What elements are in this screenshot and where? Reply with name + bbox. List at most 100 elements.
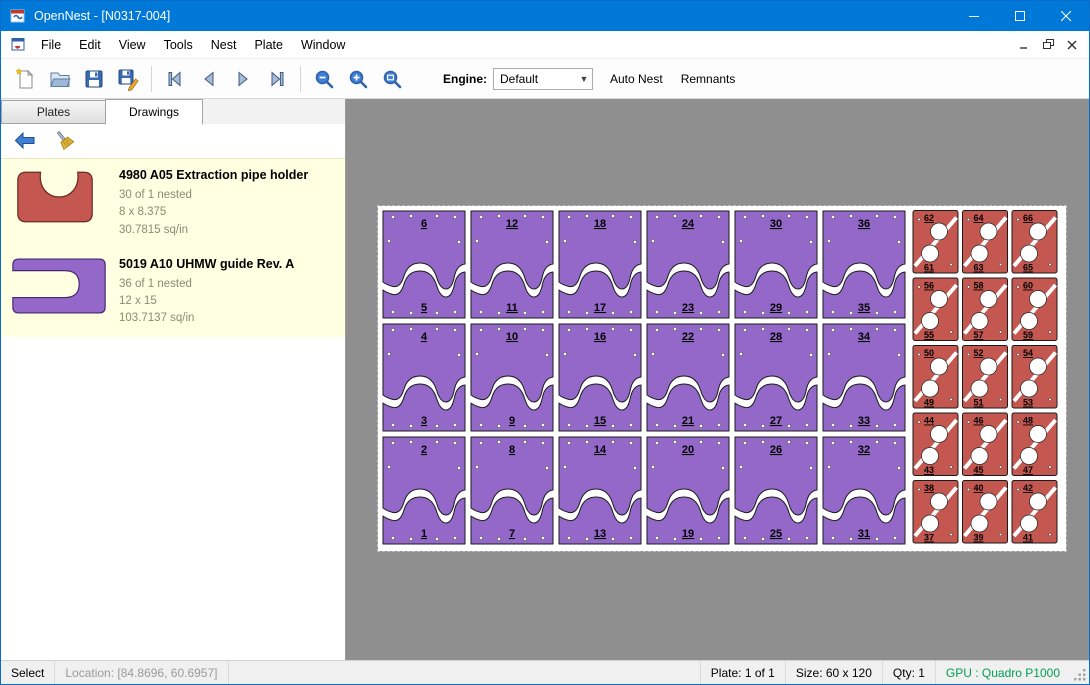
drill-hole	[541, 328, 544, 331]
part-number: 28	[770, 331, 782, 343]
nested-pair-purple[interactable]: 3231	[823, 437, 905, 544]
nav-last-button[interactable]	[260, 63, 294, 95]
nested-pair-purple[interactable]: 1211	[471, 211, 553, 318]
new-button[interactable]	[9, 63, 43, 95]
drill-hole	[849, 424, 852, 427]
nested-pair-red[interactable]: 4443	[913, 413, 958, 476]
nested-pair-purple[interactable]: 1615	[559, 324, 641, 431]
send-back-button[interactable]	[11, 128, 39, 154]
menu-window[interactable]: Window	[292, 33, 354, 57]
nested-pair-purple[interactable]: 1817	[559, 211, 641, 318]
nested-pair-purple[interactable]: 3433	[823, 324, 905, 431]
nav-first-button[interactable]	[158, 63, 192, 95]
plate[interactable]: 6512111817242330293635 4310916152221 28 27 3…	[378, 206, 1066, 551]
nested-pair-purple[interactable]: 43	[383, 324, 465, 431]
drill-hole	[545, 466, 548, 469]
circular-cutout	[931, 358, 948, 375]
nested-pair-red[interactable]: 5655	[913, 278, 958, 341]
nested-pair-purple[interactable]: 3029	[735, 211, 817, 318]
clear-button[interactable]	[51, 128, 79, 154]
nested-pair-red[interactable]: 6665	[1012, 211, 1057, 274]
nested-pair-purple[interactable]: 21	[383, 437, 465, 544]
save-as-button[interactable]	[111, 63, 145, 95]
circular-cutout	[1021, 245, 1038, 262]
drill-hole	[541, 536, 544, 539]
chevron-down-icon: ▼	[576, 74, 592, 84]
drill-hole	[950, 533, 953, 536]
drill-hole	[805, 536, 808, 539]
drill-hole	[831, 328, 834, 331]
zoom-out-button[interactable]	[307, 63, 341, 95]
part-number: 27	[770, 415, 782, 427]
maximize-button[interactable]	[997, 1, 1043, 31]
nested-pair-red[interactable]: 5453	[1012, 346, 1057, 409]
drill-hole	[831, 215, 834, 218]
nested-pair-red[interactable]: 6261	[913, 211, 958, 274]
nested-pair-red[interactable]: 4241	[1012, 481, 1057, 544]
auto-nest-button[interactable]: Auto Nest	[601, 66, 672, 92]
open-button[interactable]	[43, 63, 77, 95]
menu-view[interactable]: View	[110, 33, 155, 57]
zoom-fit-button[interactable]	[375, 63, 409, 95]
part-number: 35	[858, 302, 870, 314]
nested-pair-purple[interactable]: 1413	[559, 437, 641, 544]
save-button[interactable]	[77, 63, 111, 95]
nested-pair-purple[interactable]: 2625	[735, 437, 817, 544]
nested-pair-purple[interactable]: 2019	[647, 437, 729, 544]
drill-hole	[893, 441, 896, 444]
mdi-minimize-button[interactable]	[1013, 35, 1035, 55]
list-item-drawing-5019[interactable]: 5019 A10 UHMW guide Rev. A 36 of 1 neste…	[1, 248, 345, 337]
drill-hole	[875, 537, 878, 540]
nav-prev-button[interactable]	[192, 63, 226, 95]
engine-select[interactable]: Default ▼	[493, 68, 593, 90]
mdi-close-button[interactable]	[1061, 35, 1083, 55]
menu-edit[interactable]: Edit	[70, 33, 110, 57]
resize-grip[interactable]	[1070, 661, 1089, 684]
remnants-button[interactable]: Remnants	[672, 66, 745, 92]
zoom-in-button[interactable]	[341, 63, 375, 95]
nested-pair-red[interactable]: 6463	[963, 211, 1008, 274]
part-number: 52	[973, 348, 983, 358]
nested-pair-purple[interactable]: 87	[471, 437, 553, 544]
nested-pair-red[interactable]: 4847	[1012, 413, 1057, 476]
minimize-button[interactable]	[951, 1, 997, 31]
drill-hole	[453, 536, 456, 539]
drill-hole	[655, 423, 658, 426]
drill-hole	[673, 311, 676, 314]
drill-hole	[523, 424, 526, 427]
nest-viewport[interactable]: 6512111817242330293635 4310916152221 28 27 3…	[346, 99, 1089, 660]
nested-pair-red[interactable]: 3837	[913, 481, 958, 544]
menu-tools[interactable]: Tools	[155, 33, 202, 57]
drill-hole	[699, 214, 702, 217]
nested-pair-red[interactable]: 6059	[1012, 278, 1057, 341]
circular-cutout	[1021, 313, 1038, 330]
menu-nest[interactable]: Nest	[202, 33, 246, 57]
part-number: 10	[506, 331, 518, 343]
nested-pair-red[interactable]: 4645	[963, 413, 1008, 476]
nav-next-button[interactable]	[226, 63, 260, 95]
tab-plates[interactable]: Plates	[1, 100, 105, 124]
nested-pair-purple[interactable]: 28 27	[735, 324, 817, 431]
menu-file[interactable]: File	[32, 33, 70, 57]
nested-pair-red[interactable]: 5857	[963, 278, 1008, 341]
part-number: 46	[973, 416, 983, 426]
drill-hole	[545, 240, 548, 243]
part-number: 50	[924, 348, 934, 358]
nest-canvas[interactable]: 6512111817242330293635 4310916152221 28 27 3…	[378, 206, 1066, 551]
list-item-drawing-4980[interactable]: 4980 A05 Extraction pipe holder 30 of 1 …	[1, 159, 345, 248]
drill-hole	[391, 536, 394, 539]
nested-pair-red[interactable]: 4039	[963, 481, 1008, 544]
nested-pair-red[interactable]: 5251	[963, 346, 1008, 409]
nested-pair-purple[interactable]: 3635	[823, 211, 905, 318]
tab-drawings[interactable]: Drawings	[105, 99, 203, 125]
part-number: 57	[973, 330, 983, 340]
close-button[interactable]	[1043, 1, 1089, 31]
status-location: Location: [84.8696, 60.6957]	[55, 661, 228, 684]
nested-pair-purple[interactable]: 65	[383, 211, 465, 318]
nested-pair-red[interactable]: 5049	[913, 346, 958, 409]
mdi-restore-button[interactable]	[1037, 35, 1059, 55]
nested-pair-purple[interactable]: 2221	[647, 324, 729, 431]
nested-pair-purple[interactable]: 109	[471, 324, 553, 431]
nested-pair-purple[interactable]: 2423	[647, 211, 729, 318]
menu-plate[interactable]: Plate	[245, 33, 292, 57]
